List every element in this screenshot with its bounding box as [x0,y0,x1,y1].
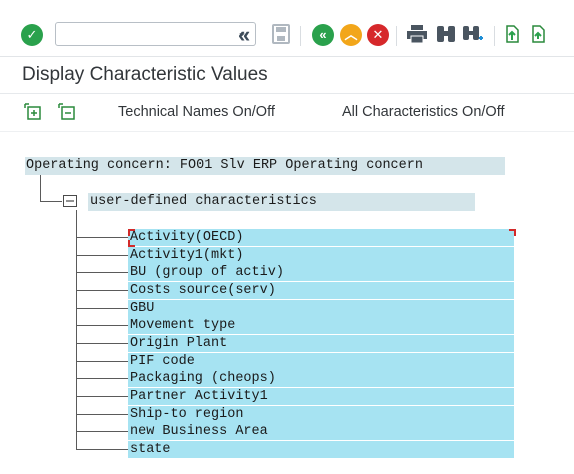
toolbar-separator [494,26,495,46]
folder-open-icon[interactable] [63,195,77,207]
tree-item[interactable]: PIF code [128,353,514,370]
tree-connector [40,201,62,202]
back-button[interactable]: « [312,24,334,46]
tree-item[interactable]: GBU [128,300,514,317]
tree-connector [76,449,128,450]
tree-connector [40,175,41,202]
find-next-icon [463,26,483,40]
page-title: Display Characteristic Values [22,64,268,85]
tree-item[interactable]: BU (group of activ) [128,264,514,281]
first-page-button[interactable] [504,24,524,44]
exit-button[interactable]: ︿ [340,24,362,46]
tree-connector [76,361,128,362]
previous-page-icon [532,25,545,43]
toolbar-separator [396,26,397,46]
tree-connector [76,343,128,344]
command-field[interactable]: ⌄ [55,22,256,46]
exit-icon: ︿ [340,24,362,46]
previous-page-button[interactable] [530,24,550,44]
cancel-button[interactable]: ✕ [367,24,389,46]
tree-connector [76,325,128,326]
tree-connector [76,414,128,415]
tree-item[interactable]: new Business Area [128,423,514,440]
tree-item[interactable]: Activity(OECD) [128,229,514,246]
divider [0,131,574,132]
cancel-icon: ✕ [367,24,389,46]
all-characteristics-button[interactable]: All Characteristics On/Off [342,104,505,120]
toolbar-separator [300,26,301,46]
tree-connector [76,378,128,379]
selection-marker [128,240,135,247]
enter-icon: ✓ [21,24,43,46]
find-next-button[interactable] [462,24,484,44]
tree-connector [76,431,128,432]
tree-connector [76,396,128,397]
tree-item[interactable]: state [128,441,514,458]
selection-marker [128,229,135,236]
sap-window: ✓ ⌄ « « ︿ ✕ Display Characteristic Value… [0,0,574,474]
print-button[interactable] [406,24,428,44]
double-chevron-left-icon: « [238,22,251,47]
tree-group-node[interactable]: user-defined characteristics [88,193,475,211]
find-icon [437,26,455,42]
command-input[interactable] [60,24,234,46]
back-icon: « [312,24,334,46]
tree-item[interactable]: Packaging (cheops) [128,370,514,387]
tree-item[interactable]: Ship-to region [128,406,514,423]
tree-connector [76,237,128,238]
print-icon [407,25,427,44]
tree-item[interactable]: Partner Activity1 [128,388,514,405]
tree-connector [76,308,128,309]
first-page-icon [506,25,519,43]
save-icon [272,24,290,44]
tree-connector [76,255,128,256]
tree-item[interactable]: Costs source(serv) [128,282,514,299]
enter-button[interactable]: ✓ [21,24,43,46]
tree-connector [76,272,128,273]
back-double-button[interactable]: « [238,22,250,48]
expand-subtree-icon [24,103,41,120]
system-toolbar: ✓ ⌄ « « ︿ ✕ [0,0,574,57]
tree-item[interactable]: Movement type [128,317,514,334]
collapse-subtree-icon [58,103,75,120]
tree-item[interactable]: Origin Plant [128,335,514,352]
divider [0,93,574,94]
collapse-all-button[interactable] [58,103,76,121]
tree-root-node[interactable]: Operating concern: FO01 Slv ERP Operatin… [25,157,505,175]
tree-connector [76,290,128,291]
expand-all-button[interactable] [24,103,42,121]
selection-marker [509,229,516,236]
technical-names-button[interactable]: Technical Names On/Off [118,104,275,120]
tree-item[interactable]: Activity1(mkt) [128,247,514,264]
find-button[interactable] [436,24,456,44]
save-button[interactable] [272,24,290,44]
